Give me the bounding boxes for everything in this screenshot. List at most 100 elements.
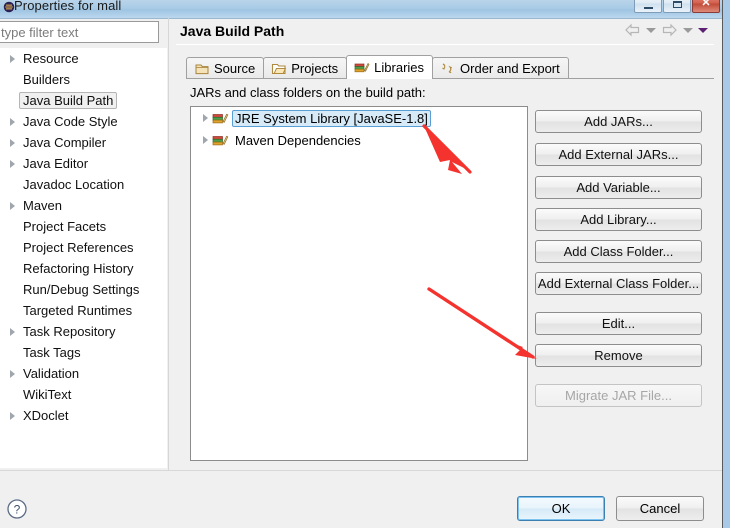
header-separator [176,44,714,45]
sidebar-item-label: Targeted Runtimes [23,303,133,318]
sidebar-item-xdoclet[interactable]: XDoclet [0,405,167,426]
sidebar-item-label: Resource [23,51,79,66]
expand-arrow-icon[interactable] [6,52,19,65]
sidebar-item-builders[interactable]: Builders [0,69,167,90]
tab-libraries[interactable]: Libraries [346,55,434,79]
sidebar-item-java-build-path[interactable]: Java Build Path [0,90,167,111]
list-item[interactable]: JRE System Library [JavaSE-1.8] [191,107,527,129]
sidebar-item-task-tags[interactable]: Task Tags [0,342,167,363]
pane-divider [168,18,169,470]
sidebar-item-label: Java Compiler [23,135,107,150]
forward-history-chevron-down-icon[interactable] [683,27,693,33]
window-edge-highlight [723,0,730,528]
tab-label: Source [214,61,256,76]
add-library-button[interactable]: Add Library... [535,208,702,231]
expand-arrow-icon[interactable] [6,367,19,380]
expand-arrow-icon[interactable] [6,136,19,149]
page-navigation [624,23,708,37]
sidebar-item-targeted-runtimes[interactable]: Targeted Runtimes [0,300,167,321]
section-label: JARs and class folders on the build path… [190,85,426,100]
tab-order-and-export[interactable]: Order and Export [432,57,569,79]
sidebar-item-task-repository[interactable]: Task Repository [0,321,167,342]
maximize-button[interactable] [663,0,691,13]
svg-text:?: ? [14,503,21,517]
sidebar-item-project-references[interactable]: Project References [0,237,167,258]
sidebar-item-label: Javadoc Location [23,177,125,192]
add-external-jars-button[interactable]: Add External JARs... [535,143,702,166]
list-item[interactable]: Maven Dependencies [191,129,527,151]
sidebar-item-label: Run/Debug Settings [23,282,140,297]
dialog-window: Properties for mall ✕ type filter text R… [0,0,723,528]
ok-button[interactable]: OK [517,496,605,521]
arrow-left-icon[interactable] [624,23,641,37]
minimize-icon [643,7,653,9]
sidebar-item-label: Project Facets [23,219,107,234]
close-button[interactable]: ✕ [692,0,720,13]
tab-projects[interactable]: Projects [263,57,348,79]
sidebar-item-project-facets[interactable]: Project Facets [0,216,167,237]
expand-arrow-icon[interactable] [199,134,212,147]
add-jars-button[interactable]: Add JARs... [535,110,702,133]
expand-arrow-icon[interactable] [199,112,212,125]
sidebar-item-java-editor[interactable]: Java Editor [0,153,167,174]
minimize-button[interactable] [634,0,662,13]
expand-arrow-icon[interactable] [6,409,19,422]
expand-arrow-icon[interactable] [6,199,19,212]
books-icon [212,135,229,145]
sidebar-item-label: Maven [23,198,63,213]
add-class-folder-button[interactable]: Add Class Folder... [535,240,702,263]
package-icon [195,64,209,75]
sidebar-item-run-debug-settings[interactable]: Run/Debug Settings [0,279,167,300]
sidebar-item-label: Validation [23,366,80,381]
sidebar-item-validation[interactable]: Validation [0,363,167,384]
window-controls: ✕ [634,0,720,13]
tab-label: Order and Export [460,61,560,76]
libraries-list[interactable]: JRE System Library [JavaSE-1.8] Maven De… [190,106,528,461]
sidebar-item-javadoc-location[interactable]: Javadoc Location [0,174,167,195]
page-title: Java Build Path [180,23,285,39]
arrow-right-icon[interactable] [661,23,678,37]
view-menu-chevron-down-icon[interactable] [698,27,708,33]
expand-arrow-icon[interactable] [6,325,19,338]
sidebar-item-label: Java Code Style [23,114,118,129]
filter-placeholder: type filter text [1,25,79,40]
back-history-chevron-down-icon[interactable] [646,27,656,33]
cancel-button[interactable]: Cancel [616,496,704,521]
tab-source[interactable]: Source [186,57,265,79]
title-bar: Properties for mall ✕ [0,0,722,19]
expand-arrow-icon[interactable] [6,157,19,170]
maximize-icon [672,1,682,8]
sidebar-item-label: Task Repository [23,324,116,339]
footer-bar [0,471,722,528]
folder-icon [272,63,287,75]
sidebar-item-java-compiler[interactable]: Java Compiler [0,132,167,153]
migrate-jar-file-button: Migrate JAR File... [535,384,702,407]
close-icon: ✕ [701,0,711,9]
add-external-class-folder-button[interactable]: Add External Class Folder... [535,272,702,295]
books-icon [354,62,370,73]
sidebar-item-wikitext[interactable]: WikiText [0,384,167,405]
sidebar-item-maven[interactable]: Maven [0,195,167,216]
build-path-tabs: Source Projects Libraries Order and Expo… [186,55,569,79]
add-variable-button[interactable]: Add Variable... [535,176,702,199]
help-circle-icon[interactable]: ? [6,498,28,520]
remove-button[interactable]: Remove [535,344,702,367]
list-item-label: JRE System Library [JavaSE-1.8] [232,109,431,127]
sidebar-item-java-code-style[interactable]: Java Code Style [0,111,167,132]
sidebar-item-label: XDoclet [23,408,69,423]
filter-input[interactable]: type filter text [0,21,159,43]
settings-tree[interactable]: Resource Builders Java Build Path Java C… [0,48,167,468]
sidebar-item-refactoring-history[interactable]: Refactoring History [0,258,167,279]
expand-arrow-icon[interactable] [6,115,19,128]
edit-button[interactable]: Edit... [535,312,702,335]
sidebar-item-resource[interactable]: Resource [0,48,167,69]
sidebar-item-label: Task Tags [23,345,81,360]
